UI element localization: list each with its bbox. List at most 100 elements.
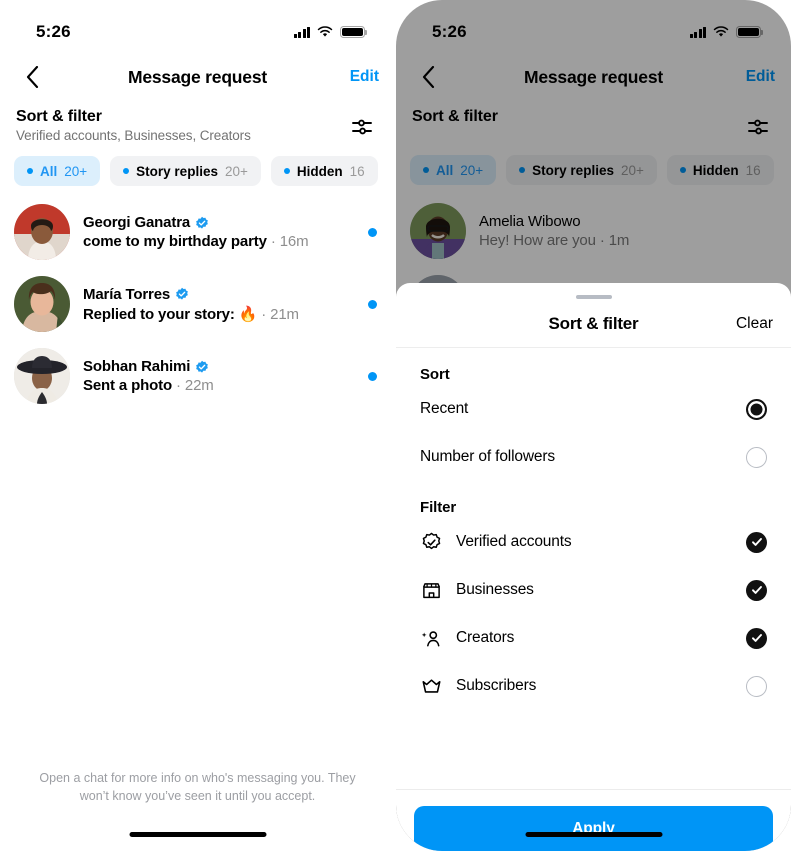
checkbox-checked-icon[interactable] — [746, 579, 767, 601]
chip-label: Hidden — [692, 162, 739, 178]
list-item[interactable]: Georgi Ganatra come to my birthday party… — [0, 196, 395, 268]
unread-dot-icon — [368, 371, 377, 381]
chip-count: 16 — [349, 163, 365, 179]
avatar — [14, 276, 70, 332]
list-item[interactable]: María Torres Replied to your story: 🔥 · … — [0, 268, 395, 340]
filter-option-businesses[interactable]: Businesses — [414, 566, 773, 614]
status-bar-clock: 5:26 — [36, 22, 71, 41]
radio-unselected-icon[interactable] — [746, 446, 767, 468]
chevron-left-icon — [422, 66, 434, 88]
chip-story-replies[interactable]: Story replies 20+ — [506, 155, 657, 185]
verified-badge-icon — [196, 360, 209, 373]
wifi-icon — [713, 26, 729, 37]
chip-count: 20+ — [64, 163, 88, 179]
chip-count: 20+ — [620, 162, 644, 178]
sliders-button[interactable] — [347, 112, 377, 142]
sort-filter-title: Sort & filter — [16, 108, 102, 125]
message-time-sep: · — [595, 232, 609, 249]
home-indicator — [129, 832, 266, 837]
chip-dot-icon — [519, 167, 526, 173]
drag-handle[interactable] — [575, 295, 612, 299]
chip-dot-icon — [283, 168, 290, 174]
chip-label: Story replies — [136, 163, 218, 179]
list-item[interactable]: Amelia Wibowo Hey! How are you · 1m — [396, 195, 791, 267]
creator-person-star-icon — [420, 627, 442, 649]
list-item-text: María Torres Replied to your story: 🔥 · … — [83, 286, 355, 323]
checkbox-checked-icon[interactable] — [746, 531, 767, 553]
crown-icon — [420, 675, 442, 697]
clear-button[interactable]: Clear — [736, 315, 773, 333]
list-item-text: Georgi Ganatra come to my birthday party… — [83, 214, 355, 250]
sheet-title: Sort & filter — [548, 314, 639, 333]
message-time: 1m — [608, 232, 630, 249]
chip-all[interactable]: All 20+ — [14, 156, 101, 186]
chip-all[interactable]: All 20+ — [410, 155, 497, 185]
sliders-button[interactable] — [743, 112, 773, 142]
list-item-text: Sobhan Rahimi Sent a photo · 22m — [83, 358, 355, 394]
edit-button[interactable]: Edit — [723, 68, 779, 86]
battery-full-icon — [340, 25, 368, 39]
apply-button[interactable]: Apply — [414, 806, 773, 851]
avatar-image — [410, 203, 466, 259]
avatar-image — [14, 348, 70, 404]
filter-option-subscribers[interactable]: Subscribers — [414, 662, 773, 710]
status-bar-icons — [689, 25, 764, 39]
navigation-bar: Message request Edit — [396, 54, 791, 100]
phone-screen-message-requests: 5:26 Message request Edit Sort & filter … — [0, 0, 395, 851]
chip-count: 16 — [745, 162, 761, 178]
filter-option-verified-accounts[interactable]: Verified accounts — [414, 518, 773, 566]
filter-option-label: Subscribers — [456, 677, 537, 694]
back-button[interactable] — [12, 57, 52, 97]
chip-story-replies[interactable]: Story replies 20+ — [110, 156, 261, 186]
cellular-signal-icon — [689, 26, 706, 38]
sort-group-title: Sort — [420, 366, 450, 383]
message-preview: Replied to your story: 🔥 · 21m — [83, 305, 355, 323]
sort-filter-subtitle: Verified accounts, Businesses, Creators — [16, 128, 251, 143]
chip-hidden[interactable]: Hidden 16 — [666, 155, 774, 185]
chip-hidden[interactable]: Hidden 16 — [270, 156, 378, 186]
filter-group-title: Filter — [420, 499, 457, 516]
avatar — [14, 348, 70, 404]
list-item-text: Amelia Wibowo Hey! How are you · 1m — [479, 213, 773, 249]
message-preview: Sent a photo · 22m — [83, 377, 355, 394]
sort-filter-summary[interactable]: Sort & filter Verified accounts, Busines… — [0, 100, 395, 143]
battery-full-icon — [736, 25, 764, 39]
radio-selected-icon[interactable] — [746, 398, 767, 420]
sheet-header: Sort & filter Clear — [396, 301, 791, 347]
sender-name: Sobhan Rahimi — [83, 358, 191, 375]
message-time-sep: · — [266, 233, 280, 250]
message-preview-text: Sent a photo — [83, 377, 173, 394]
message-time: 22m — [184, 377, 214, 394]
navigation-bar: Message request Edit — [0, 54, 395, 100]
list-item[interactable]: Sobhan Rahimi Sent a photo · 22m — [0, 340, 395, 412]
home-indicator — [525, 832, 662, 837]
chip-label: All — [40, 163, 58, 179]
edit-button[interactable]: Edit — [327, 68, 383, 86]
list-item-name-row: Amelia Wibowo — [479, 213, 773, 230]
verified-badge-icon — [196, 216, 208, 229]
filter-option-label: Creators — [456, 629, 515, 646]
wifi-icon — [317, 26, 333, 37]
unread-dot-icon — [368, 227, 377, 237]
cellular-signal-icon — [293, 26, 310, 38]
sender-name: María Torres — [83, 285, 171, 303]
status-bar: 5:26 — [396, 0, 791, 54]
sender-name: Georgi Ganatra — [83, 214, 191, 231]
sliders-icon — [352, 119, 372, 135]
unread-dot-icon — [368, 299, 377, 309]
sort-filter-summary[interactable]: Sort & filter — [396, 100, 791, 142]
message-time-sep: · — [257, 305, 271, 323]
filter-option-label: Businesses — [456, 581, 534, 598]
message-preview: come to my birthday party · 16m — [83, 233, 355, 250]
checkbox-checked-icon[interactable] — [746, 627, 767, 649]
checkbox-unchecked-icon[interactable] — [746, 675, 767, 697]
sort-option-number-of-followers[interactable]: Number of followers — [414, 433, 773, 481]
filter-option-creators[interactable]: Creators — [414, 614, 773, 662]
sort-option-recent[interactable]: Recent — [414, 385, 773, 433]
filter-chip-bar: All 20+ Story replies 20+ Hidden 16 — [0, 143, 395, 186]
chip-dot-icon — [27, 168, 33, 174]
back-button[interactable] — [408, 57, 448, 97]
chip-dot-icon — [123, 168, 130, 174]
page-title: Message request — [127, 66, 267, 87]
avatar — [410, 203, 466, 259]
